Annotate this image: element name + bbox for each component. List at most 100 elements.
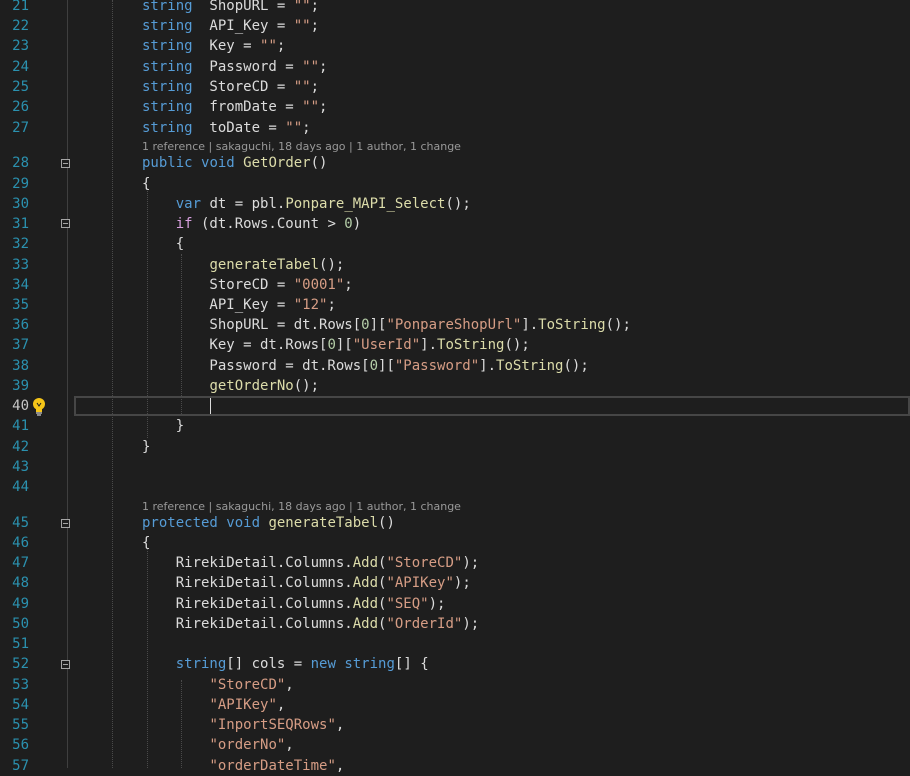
code-line[interactable]: } [142,437,150,457]
code-line[interactable]: protected void generateTabel() [142,513,395,533]
code-token: "SEQ" [386,596,429,612]
code-line[interactable]: "StoreCD", [142,675,293,695]
codelens-info[interactable]: 1 reference | sakaguchi, 18 days ago | 1… [142,140,461,154]
code-line[interactable]: string fromDate = ""; [142,97,327,117]
code-line[interactable]: RirekiDetail.Columns.Add("APIKey"); [142,573,471,593]
line-number: 23 [12,38,29,54]
code-token: ToString [496,358,564,374]
code-token: ]. [479,358,497,374]
line-number: 28 [12,155,29,171]
code-line[interactable]: Password = dt.Rows[0]["Password"].ToStri… [142,356,589,376]
code-line[interactable]: if (dt.Rows.Count > 0) [142,214,361,234]
code-token: API_Key = [142,297,294,313]
code-token: string [142,38,193,54]
code-token: 0 [361,317,370,333]
code-token: ToString [538,317,606,333]
line-number: 54 [12,697,29,713]
code-token: GetOrder [243,155,311,171]
line-number: 26 [12,99,29,115]
line-number: 46 [12,535,29,551]
code-token: "UserId" [352,337,421,353]
code-line[interactable]: ShopURL = dt.Rows[0]["PonpareShopUrl"].T… [142,315,630,335]
code-token: "APIKey" [386,575,454,591]
line-number: 57 [12,758,29,774]
code-token: (dt.Rows.Count > [192,216,345,232]
code-token: "0001" [293,277,345,293]
code-token: , [285,737,294,753]
codelens-info[interactable]: 1 reference | sakaguchi, 18 days ago | 1… [142,500,461,514]
code-token: 0 [327,337,336,353]
code-line[interactable]: { [142,174,150,194]
fold-margin-line [67,0,68,768]
code-token: fromDate = [192,99,303,115]
code-line[interactable]: string toDate = ""; [142,118,311,138]
code-line[interactable]: public void GetOrder() [142,153,327,173]
code-token: string [344,656,395,672]
code-token: Key = dt.Rows[ [142,337,328,353]
collapse-icon[interactable] [61,159,70,168]
code-token: , [335,758,345,774]
code-line[interactable]: string StoreCD = ""; [142,77,319,97]
code-line[interactable]: Key = dt.Rows[0]["UserId"].ToString(); [142,335,529,355]
line-number: 44 [12,479,29,495]
code-line[interactable]: "orderNo", [142,735,294,755]
code-line[interactable]: "orderDateTime", [142,756,344,776]
code-token: "" [302,99,320,115]
code-token: "StoreCD" [386,555,463,571]
code-token: string [142,59,193,75]
code-line[interactable]: "APIKey", [142,695,285,715]
code-line[interactable]: "InportSEQRows", [142,715,344,735]
line-number: 45 [12,515,29,531]
code-line[interactable]: { [142,234,184,254]
code-token: public [142,155,193,171]
code-token: Add [352,575,379,591]
code-line[interactable]: string Key = ""; [142,36,285,56]
code-token: "" [293,79,311,95]
code-line[interactable]: RirekiDetail.Columns.Add("OrderId"); [142,614,479,634]
code-line[interactable]: } [142,416,184,436]
code-line[interactable]: RirekiDetail.Columns.Add("StoreCD"); [142,553,479,573]
code-token: (); [445,196,471,212]
code-token: if [175,216,193,232]
code-token: new [310,656,336,672]
collapse-icon[interactable] [61,660,70,669]
code-token: ; [276,38,286,54]
code-token: ) [352,216,362,232]
code-token: ShopURL = dt.Rows[ [142,317,362,333]
code-token: ]. [420,337,438,353]
code-line[interactable]: API_Key = "12"; [142,295,335,315]
code-line[interactable]: string ShopURL = ""; [142,0,319,16]
code-line[interactable]: { [142,533,150,553]
line-number: 32 [12,236,29,252]
code-line[interactable]: generateTabel(); [142,255,344,275]
code-token: ); [462,555,480,571]
code-line[interactable]: string Password = ""; [142,57,327,77]
code-line[interactable]: RirekiDetail.Columns.Add("SEQ"); [142,594,446,614]
code-line[interactable]: getOrderNo(); [142,376,319,396]
code-token: void [201,155,235,171]
code-token: ); [462,616,480,632]
line-number: 41 [12,418,29,434]
lightbulb-icon[interactable] [30,397,48,417]
code-token: (); [563,358,589,374]
code-line[interactable]: var dt = pbl.Ponpare_MAPI_Select(); [142,194,471,214]
code-line[interactable]: string[] cols = new string[] { [142,654,429,674]
code-line[interactable]: string API_Key = ""; [142,16,319,36]
code-token: generateTabel [209,257,320,273]
collapse-icon[interactable] [61,219,70,228]
code-token: getOrderNo [209,378,294,394]
indent-guide [112,0,113,768]
code-token: "" [293,0,311,14]
collapse-icon[interactable] [61,519,70,528]
code-line[interactable]: StoreCD = "0001"; [142,275,353,295]
code-token: ][ [369,317,387,333]
code-editor[interactable]: 21 22 23 24 25 26 27 28 29 30 31 32 33 34 35 36 37 38 39 40… [0,0,910,774]
code-token: { [142,535,151,551]
code-token: ; [344,277,353,293]
